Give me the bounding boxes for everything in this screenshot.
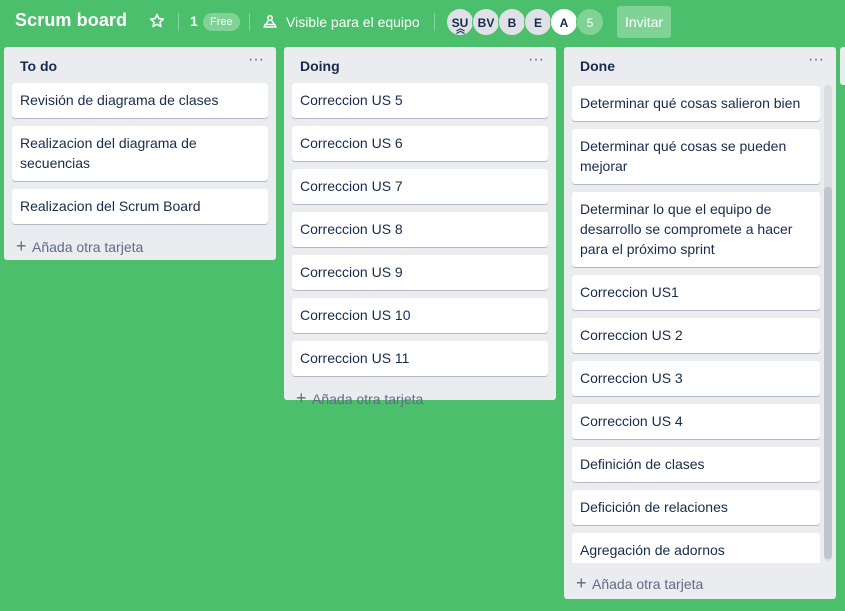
list-header: Doing ··· [284, 47, 556, 83]
card-container: Correccion US 5 Correccion US 6 Correcci… [284, 83, 556, 376]
card[interactable]: Correccion US 9 [292, 255, 548, 290]
board-header: Scrum board 1 Free Visible para el equip… [0, 0, 845, 44]
add-card-label: Añada otra tarjeta [32, 239, 144, 255]
team-visibility-icon [263, 15, 277, 28]
list-header: To do ··· [4, 47, 276, 83]
avatar-initials: BV [477, 16, 495, 30]
avatar-initials: A [559, 16, 569, 30]
card[interactable]: Correccion US 6 [292, 126, 548, 161]
card[interactable]: Determinar lo que el equipo de desarroll… [572, 192, 820, 267]
add-card-button[interactable]: + Añada otra tarjeta [12, 232, 268, 262]
card[interactable]: Agregación de adornos [572, 533, 820, 563]
list-todo: To do ··· Revisión de diagrama de clases… [4, 47, 276, 260]
plan-badge: Free [203, 13, 240, 31]
card[interactable]: Definición de clases [572, 447, 820, 482]
card[interactable]: Correccion US 8 [292, 212, 548, 247]
list-title[interactable]: To do [20, 58, 57, 74]
header-divider [434, 13, 435, 31]
next-list-edge[interactable] [840, 47, 845, 85]
team-count[interactable]: 1 [190, 13, 198, 29]
list-header: Done ··· [564, 47, 836, 83]
plus-icon: + [576, 573, 587, 593]
list-menu-icon[interactable]: ··· [526, 52, 546, 73]
star-icon[interactable] [149, 13, 165, 29]
scrollbar-thumb[interactable] [824, 187, 832, 559]
header-divider [178, 13, 179, 31]
card[interactable]: Correccion US1 [572, 275, 820, 310]
more-members-button[interactable]: 5 [576, 8, 604, 36]
plus-icon: + [16, 236, 27, 256]
card-scroll-area[interactable]: Determinar qué cosas salieron bien Deter… [564, 83, 836, 563]
invite-button[interactable]: Invitar [617, 6, 671, 38]
card[interactable]: Correccion US 5 [292, 83, 548, 118]
list-title[interactable]: Done [580, 58, 615, 74]
card[interactable]: Correccion US 4 [572, 404, 820, 439]
card[interactable]: Correccion US 7 [292, 169, 548, 204]
add-card-label: Añada otra tarjeta [312, 391, 424, 407]
card-container: Determinar qué cosas salieron bien Deter… [564, 83, 828, 563]
card[interactable]: Correccion US 10 [292, 298, 548, 333]
header-divider [249, 13, 250, 31]
add-card-button[interactable]: + Añada otra tarjeta [572, 569, 828, 599]
board-title[interactable]: Scrum board [15, 10, 127, 31]
card[interactable]: Determinar qué cosas se pueden mejorar [572, 129, 820, 184]
avatar-initials: B [507, 16, 517, 30]
list-menu-icon[interactable]: ··· [246, 52, 266, 73]
avatar[interactable]: B [498, 8, 526, 36]
avatar[interactable]: SU [446, 8, 474, 36]
avatar[interactable]: E [524, 8, 552, 36]
card[interactable]: Realizacion del diagrama de secuencias [12, 126, 268, 181]
add-card-label: Añada otra tarjeta [592, 576, 704, 592]
plus-icon: + [296, 388, 307, 408]
list-doing: Doing ··· Correccion US 5 Correccion US … [284, 47, 556, 407]
avatar-initials: E [533, 16, 542, 30]
avatar[interactable]: A [550, 8, 578, 36]
list-title[interactable]: Doing [300, 58, 340, 74]
admin-chevron-icon [456, 28, 465, 34]
card[interactable]: Correccion US 11 [292, 341, 548, 376]
card[interactable]: Realizacion del Scrum Board [12, 189, 268, 224]
avatar[interactable]: BV [472, 8, 500, 36]
card[interactable]: Revisión de diagrama de clases [12, 83, 268, 118]
visibility-label: Visible para el equipo [286, 14, 420, 30]
card[interactable]: Correccion US 2 [572, 318, 820, 353]
card[interactable]: Correccion US 3 [572, 361, 820, 396]
card-container: Revisión de diagrama de clases Realizaci… [4, 83, 276, 224]
card[interactable]: Determinar qué cosas salieron bien [572, 86, 820, 121]
list-done: Done ··· Determinar qué cosas salieron b… [564, 47, 836, 599]
add-card-button[interactable]: + Añada otra tarjeta [292, 384, 548, 414]
card[interactable]: Deficición de relaciones [572, 490, 820, 525]
list-menu-icon[interactable]: ··· [806, 52, 826, 73]
